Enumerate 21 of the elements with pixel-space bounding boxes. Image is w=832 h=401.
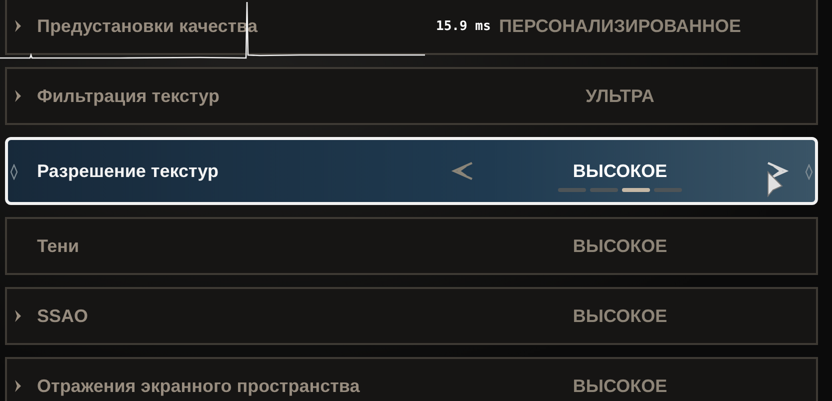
settings-row[interactable]: Разрешение текстур ВЫСОКОЕ <box>5 137 818 205</box>
setting-value: ПЕРСОНАЛИЗИРОВАННОЕ <box>499 16 741 36</box>
setting-label: SSAO <box>37 306 90 326</box>
previous-arrow-icon[interactable] <box>450 161 474 181</box>
cursor-icon <box>765 170 785 200</box>
setting-value: ВЫСОКОЕ <box>572 236 668 256</box>
setting-label: Фильтрация текстур <box>37 86 220 106</box>
setting-value: ВЫСОКОЕ <box>572 306 668 326</box>
setting-value: ВЫСОКОЕ <box>572 160 668 182</box>
diamond-icon <box>10 164 18 180</box>
setting-value: ВЫСОКОЕ <box>572 376 668 396</box>
settings-row[interactable]: SSAO ВЫСОКОЕ <box>5 287 818 345</box>
setting-label: Тени <box>37 236 80 256</box>
frame-time: 15.9 ms <box>436 19 491 34</box>
diamond-icon <box>805 164 813 180</box>
settings-row[interactable]: Фильтрация текстур УЛЬТРА <box>5 67 818 125</box>
setting-label: Разрешение текстур <box>37 160 220 182</box>
setting-label: Отражения экранного пространства <box>37 376 361 396</box>
setting-value: УЛЬТРА <box>586 86 654 106</box>
settings-row[interactable]: Отражения экранного пространства ВЫСОКОЕ <box>5 357 818 401</box>
settings-row[interactable]: Тени ВЫСОКОЕ <box>5 217 818 275</box>
